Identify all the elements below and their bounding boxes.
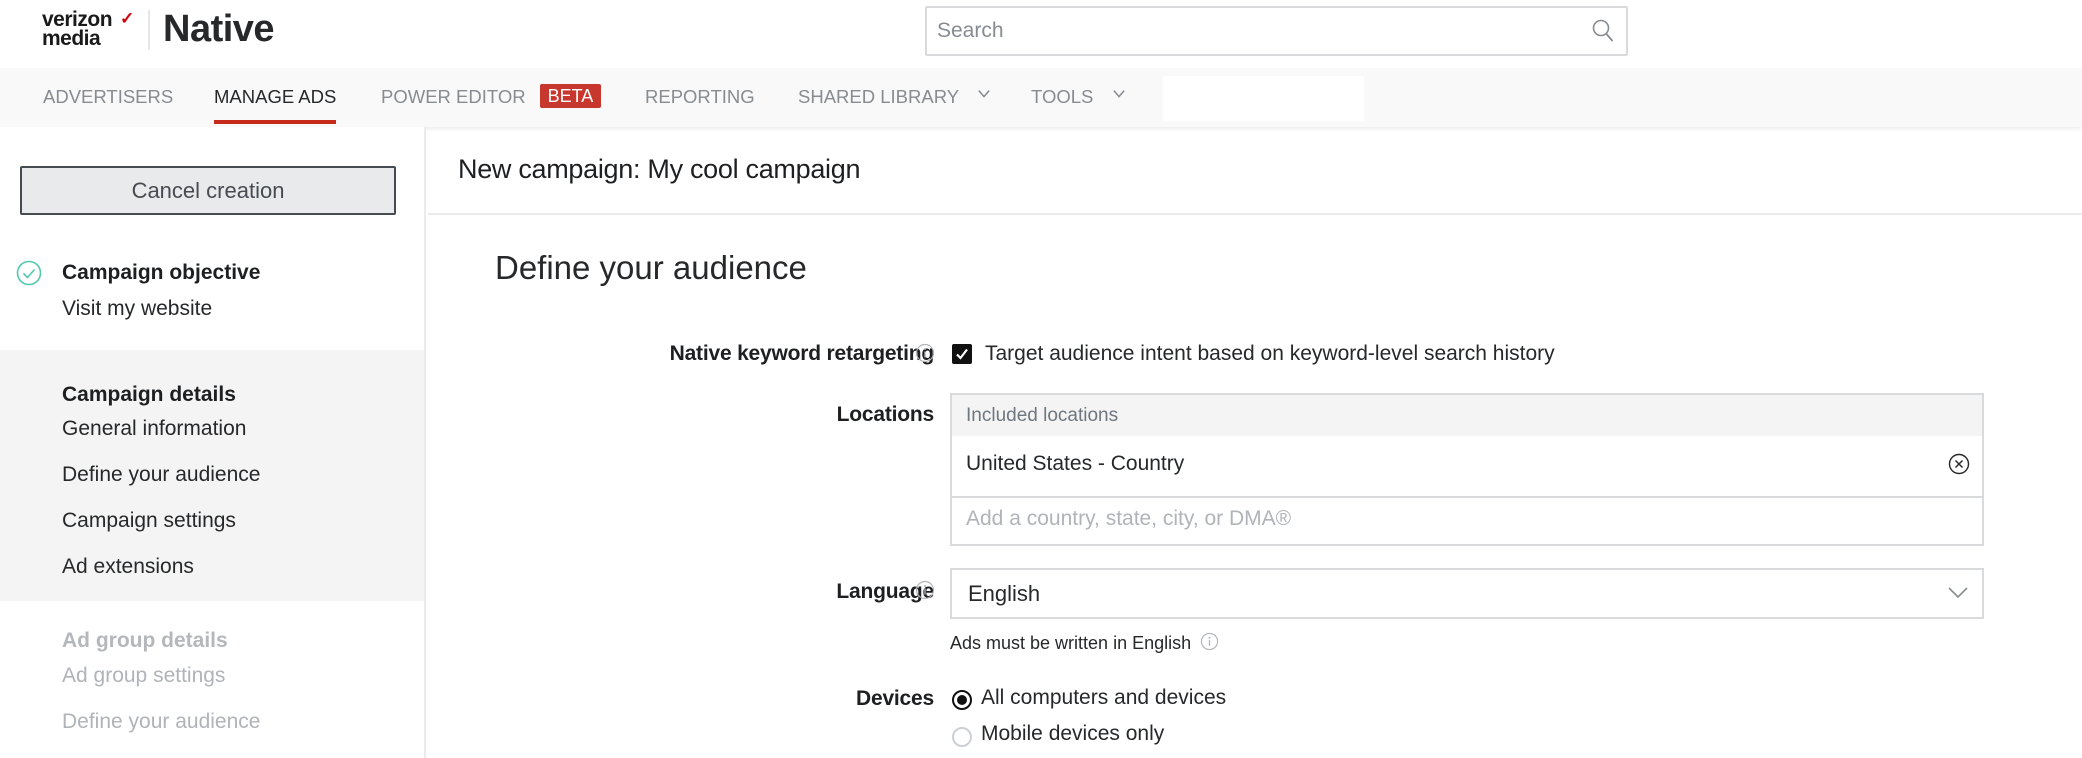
search-box[interactable] (925, 6, 1628, 56)
logo-check-icon: ✓ (120, 9, 135, 28)
title-divider (428, 213, 2082, 215)
main-nav: ADVERTISERS MANAGE ADS POWER EDITOR BETA … (0, 68, 2082, 127)
substep-define-audience[interactable]: Define your audience (62, 463, 260, 487)
chevron-down-icon (1948, 587, 1968, 599)
substep-general-information[interactable]: General information (62, 417, 246, 441)
cancel-creation-button[interactable]: Cancel creation (20, 166, 396, 215)
nav-tab-manage-ads[interactable]: MANAGE ADS (214, 68, 337, 127)
nav-tab-power-editor[interactable]: POWER EDITOR BETA (381, 68, 602, 127)
chevron-down-icon (1112, 90, 1125, 98)
step-complete-check-icon (16, 260, 42, 286)
language-hint-text: Ads must be written in English (950, 633, 1192, 653)
verizon-media-logo[interactable]: verizon media ✓ (42, 9, 137, 52)
step-campaign-objective[interactable]: Campaign objective (62, 261, 260, 285)
nav-tab-label: TOOLS (1031, 86, 1094, 107)
substep-ad-group-define-audience: Define your audience (62, 710, 261, 733)
nav-tab-label: POWER EDITOR (381, 86, 526, 107)
checkmark-icon (956, 348, 968, 360)
search-icon[interactable] (1592, 19, 1614, 43)
logo-text-line2: media (42, 27, 101, 50)
app-header: verizon media ✓ Native (0, 0, 2082, 68)
creation-steps-sidebar: Cancel creation Campaign objective Visit… (0, 127, 426, 758)
device-option-all-label[interactable]: All computers and devices (981, 686, 1226, 710)
substep-ad-extensions[interactable]: Ad extensions (62, 555, 194, 579)
add-location-input[interactable] (966, 496, 1956, 542)
section-title: Define your audience (495, 249, 807, 286)
devices-label: Devices (856, 687, 934, 710)
search-input[interactable] (937, 8, 1577, 54)
keyword-retargeting-checkbox-label[interactable]: Target audience intent based on keyword-… (985, 342, 1555, 366)
keyword-retargeting-checkbox[interactable] (952, 344, 972, 364)
nav-tab-label: SHARED LIBRARY (798, 86, 959, 107)
logo-divider (148, 10, 150, 50)
info-icon[interactable] (915, 580, 935, 600)
main-content: New campaign: My cool campaign Define yo… (428, 127, 2082, 758)
substep-ad-group-settings: Ad group settings (62, 664, 226, 687)
remove-location-icon[interactable] (1948, 453, 1970, 475)
included-locations-header: Included locations (952, 395, 1982, 436)
keyword-retargeting-label: Native keyword retargeting (669, 342, 935, 365)
device-option-mobile-radio[interactable] (952, 727, 972, 747)
info-icon[interactable] (915, 343, 935, 363)
info-icon[interactable] (1200, 632, 1219, 651)
nav-tab-label: REPORTING (645, 86, 755, 107)
campaign-details-group: Campaign details General information Def… (0, 350, 424, 601)
nav-tab-reporting[interactable]: REPORTING (645, 68, 755, 127)
step-objective-value: Visit my website (62, 297, 213, 320)
location-name: United States - Country (966, 452, 1185, 475)
device-option-mobile-label[interactable]: Mobile devices only (981, 722, 1164, 746)
product-name: Native (163, 8, 275, 50)
device-option-all-radio[interactable] (952, 690, 972, 710)
nav-empty-slot (1163, 76, 1364, 121)
nav-tab-shared-library[interactable]: SHARED LIBRARY (798, 68, 990, 127)
step-campaign-details[interactable]: Campaign details (62, 383, 236, 407)
nav-tab-label: ADVERTISERS (43, 86, 174, 107)
included-locations-list: Included locations United States - Count… (950, 393, 1984, 498)
language-select[interactable]: English (950, 568, 1984, 619)
beta-badge: BETA (539, 84, 602, 108)
step-ad-group-details: Ad group details (62, 629, 228, 652)
location-item: United States - Country (952, 436, 1982, 498)
locations-label: Locations (836, 403, 935, 426)
chevron-down-icon (978, 90, 990, 98)
nav-tab-advertisers[interactable]: ADVERTISERS (43, 68, 173, 127)
substep-campaign-settings[interactable]: Campaign settings (62, 509, 236, 533)
language-selected-value: English (968, 581, 1041, 606)
nav-tab-label: MANAGE ADS (214, 86, 337, 107)
nav-tab-tools[interactable]: TOOLS (1031, 68, 1125, 127)
add-location-field[interactable] (950, 496, 1984, 546)
language-hint: Ads must be written in English (950, 632, 1219, 654)
page-title: New campaign: My cool campaign (458, 154, 861, 184)
